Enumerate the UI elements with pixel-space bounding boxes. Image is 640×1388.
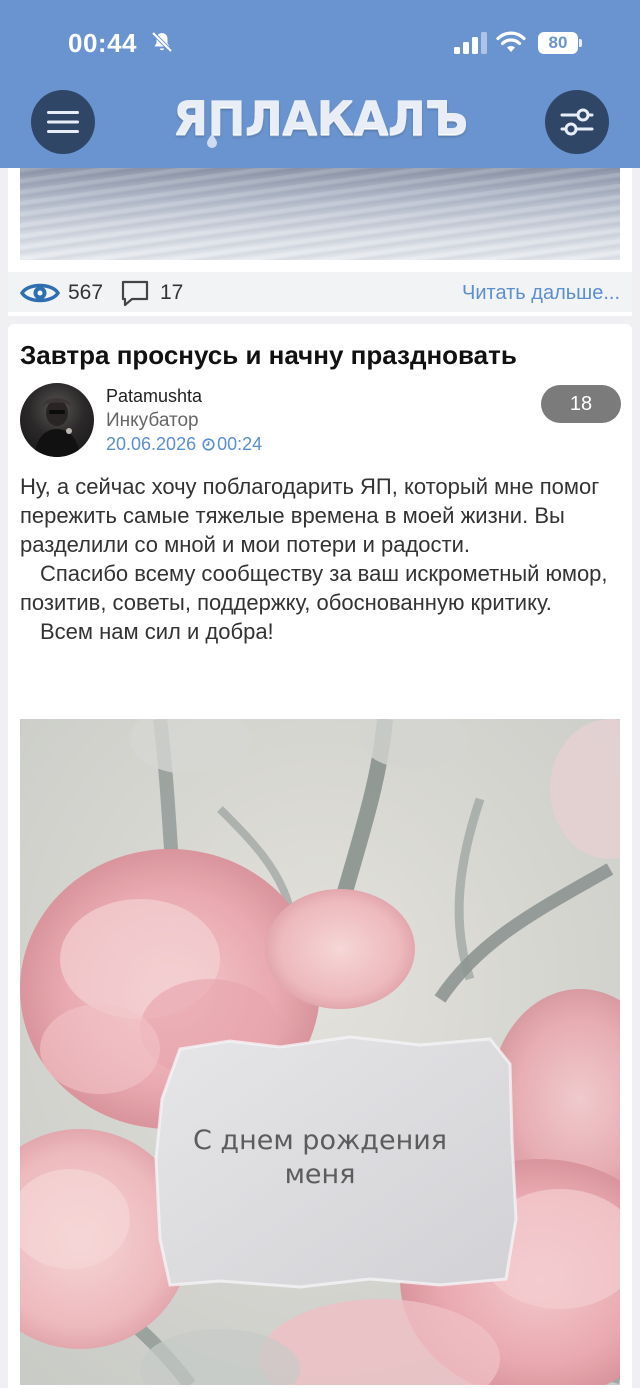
avatar-image bbox=[34, 398, 80, 457]
post-date-value: 20.06.2026 bbox=[106, 434, 197, 454]
post-body: Ну, а сейчас хочу поблагодарить ЯП, кото… bbox=[20, 472, 624, 646]
drop-icon bbox=[207, 134, 217, 148]
comments-count: 17 bbox=[160, 281, 184, 304]
post-date: 20.06.2026 00:24 bbox=[106, 434, 262, 455]
author-rank: Инкубатор bbox=[106, 410, 199, 431]
previous-post-image[interactable] bbox=[20, 168, 620, 260]
post-title[interactable]: Завтра проснусь и начну праздновать bbox=[20, 340, 620, 371]
post-stats-bar: 567 17 Читать дальше... bbox=[8, 272, 632, 312]
views-count: 567 bbox=[68, 281, 104, 304]
hamburger-icon bbox=[47, 111, 79, 133]
post-image[interactable]: С днем рождения меня bbox=[20, 719, 620, 1385]
battery-level: 80 bbox=[538, 32, 578, 54]
battery-tip bbox=[579, 39, 582, 47]
carnations-image bbox=[20, 719, 620, 1385]
image-greeting-line2: меня bbox=[284, 1159, 356, 1190]
image-greeting-text: С днем рождения меня bbox=[20, 1124, 620, 1192]
cellular-signal-icon bbox=[454, 32, 487, 54]
wifi-icon bbox=[496, 31, 526, 52]
bell-muted-icon bbox=[151, 31, 173, 53]
sliders-icon bbox=[560, 108, 594, 136]
post-paragraph: Всем нам сил и добра! bbox=[40, 619, 274, 644]
menu-button[interactable] bbox=[31, 90, 95, 154]
comment-icon[interactable] bbox=[120, 279, 150, 307]
image-greeting-line1: С днем рождения bbox=[192, 1125, 448, 1156]
clock-icon bbox=[202, 438, 215, 451]
post-paragraph: Спасибо всему сообществу за ваш искромет… bbox=[20, 561, 608, 615]
read-more-link[interactable]: Читать дальше... bbox=[462, 282, 620, 305]
avatar[interactable] bbox=[20, 383, 94, 457]
comment-count-badge[interactable]: 18 bbox=[541, 385, 621, 423]
battery-indicator: 80 bbox=[538, 32, 582, 54]
status-time: 00:44 bbox=[68, 28, 137, 58]
site-logo[interactable]: ЯПЛАКАЛЪ bbox=[170, 88, 470, 150]
eye-icon bbox=[20, 283, 60, 303]
post-time: 00:24 bbox=[217, 434, 263, 454]
author-name[interactable]: Patamushta bbox=[106, 386, 202, 407]
app-header: 00:44 80 ЯПЛАКАЛЪ bbox=[0, 0, 640, 168]
post-card: Завтра проснусь и начну праздновать Pata… bbox=[8, 324, 632, 1388]
status-bar: 00:44 80 bbox=[0, 0, 640, 88]
post-paragraph: Ну, а сейчас хочу поблагодарить ЯП, кото… bbox=[20, 474, 600, 557]
filter-button[interactable] bbox=[545, 90, 609, 154]
